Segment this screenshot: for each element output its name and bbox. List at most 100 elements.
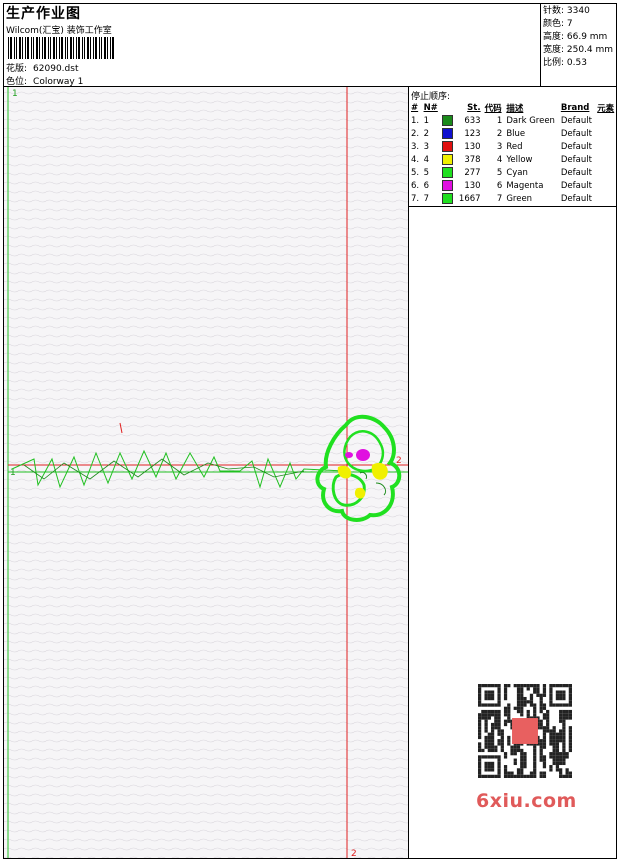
design-file-line: 花版: 62090.dst <box>6 61 78 74</box>
table-row: 1. 1 633 1 Dark Green Default <box>409 114 617 127</box>
cell-code: 6 <box>496 180 503 191</box>
cell-seq: 7. <box>411 193 420 204</box>
cell-brand: Default <box>560 167 592 178</box>
cell-element <box>595 140 617 153</box>
design-info-box: 针数: 3340 颜色: 7 高度: 66.9 mm 宽度: 250.4 mm … <box>540 3 617 87</box>
color-swatch <box>442 141 454 152</box>
cell-swatch <box>440 140 456 153</box>
color-swatch <box>442 128 454 139</box>
cell-st: 1667 <box>458 193 481 204</box>
design-preview-svg: 1 1 2 2 <box>4 87 408 858</box>
col-swatch <box>440 101 456 114</box>
table-row: 4. 4 378 4 Yellow Default <box>409 153 617 166</box>
design-preview-canvas: 1 1 2 2 <box>4 87 408 858</box>
qr-code-image <box>478 684 572 778</box>
cell-brand: Default <box>560 128 592 139</box>
col-seq: # <box>411 102 419 113</box>
stitch-count: 针数: 3340 <box>543 6 590 16</box>
cell-brand: Default <box>560 141 592 152</box>
cell-code: 2 <box>496 128 503 139</box>
col-element: 元素 <box>597 103 615 114</box>
cell-desc: Yellow <box>506 154 533 165</box>
cell-desc: Magenta <box>506 180 544 191</box>
cell-n: 3 <box>423 141 429 152</box>
color-swatch <box>442 167 454 178</box>
barcode-image <box>8 37 114 59</box>
cell-brand: Default <box>560 154 592 165</box>
cell-brand: Default <box>560 115 592 126</box>
cell-st: 123 <box>464 128 481 139</box>
cell-code: 1 <box>496 115 503 126</box>
cell-seq: 1. <box>411 115 420 126</box>
col-stitches: St. <box>467 102 481 113</box>
qr-watermark: 6xiu.com <box>468 680 586 815</box>
cell-n: 1 <box>423 115 429 126</box>
cell-n: 7 <box>423 193 429 204</box>
guide-label-right: 2 <box>396 456 402 466</box>
col-code: 代码 <box>484 103 502 114</box>
cell-st: 130 <box>464 141 481 152</box>
design-label: 花版: <box>6 64 28 74</box>
cell-swatch <box>440 166 456 179</box>
cell-st: 633 <box>464 115 481 126</box>
cell-desc: Cyan <box>506 167 528 178</box>
col-n: N# <box>423 102 438 113</box>
cell-n: 6 <box>423 180 429 191</box>
cell-desc: Blue <box>506 128 526 139</box>
cell-code: 3 <box>496 141 503 152</box>
cell-seq: 6. <box>411 180 420 191</box>
table-row: 2. 2 123 2 Blue Default <box>409 127 617 140</box>
cell-seq: 5. <box>411 167 420 178</box>
watermark-text: 6xiu.com <box>476 790 577 812</box>
cell-n: 5 <box>423 167 429 178</box>
cell-st: 130 <box>464 180 481 191</box>
cell-st: 277 <box>464 167 481 178</box>
col-description: 描述 <box>506 103 524 114</box>
cell-brand: Default <box>560 180 592 191</box>
cell-swatch <box>440 179 456 192</box>
table-header-row: # N# St. 代码 描述 Brand 元素 <box>409 101 617 114</box>
color-swatch <box>442 115 454 126</box>
col-brand: Brand <box>560 102 590 113</box>
guide-label-mid-left: 1 <box>10 468 16 478</box>
cell-swatch <box>440 114 456 127</box>
company-name: Wilcom(汇宝) 装饰工作室 <box>6 26 112 36</box>
cell-brand: Default <box>560 193 592 204</box>
guide-label-top-left: 1 <box>12 89 18 99</box>
cell-element <box>595 114 617 127</box>
colorway-line: 色位: Colorway 1 <box>6 74 83 87</box>
cell-code: 5 <box>496 167 503 178</box>
cell-swatch <box>440 192 456 205</box>
colorway-value: Colorway 1 <box>33 77 84 87</box>
table-row: 7. 7 1667 7 Green Default <box>409 192 617 205</box>
guide-label-bottom: 2 <box>351 849 357 858</box>
cell-st: 378 <box>464 154 481 165</box>
cell-desc: Red <box>506 141 523 152</box>
design-width: 宽度: 250.4 mm <box>543 45 614 55</box>
cell-seq: 2. <box>411 128 420 139</box>
cell-element <box>595 127 617 140</box>
color-count: 颜色: 7 <box>543 19 573 29</box>
design-height: 高度: 66.9 mm <box>543 32 608 42</box>
cell-element <box>595 153 617 166</box>
cell-swatch <box>440 153 456 166</box>
colorway-label: 色位: <box>6 77 28 87</box>
cell-desc: Dark Green <box>506 115 555 126</box>
cell-seq: 4. <box>411 154 420 165</box>
cell-swatch <box>440 127 456 140</box>
cell-element <box>595 166 617 179</box>
color-swatch <box>442 180 454 191</box>
cell-code: 7 <box>496 193 503 204</box>
cell-element <box>595 192 617 205</box>
color-swatch <box>442 193 454 204</box>
table-row: 5. 5 277 5 Cyan Default <box>409 166 617 179</box>
design-file: 62090.dst <box>33 64 79 74</box>
cell-seq: 3. <box>411 141 420 152</box>
design-scale: 比例: 0.53 <box>543 58 587 68</box>
cell-code: 4 <box>496 154 503 165</box>
table-row: 6. 6 130 6 Magenta Default <box>409 179 617 192</box>
color-swatch <box>442 154 454 165</box>
cell-element <box>595 179 617 192</box>
table-row: 3. 3 130 3 Red Default <box>409 140 617 153</box>
color-sequence-table: # N# St. 代码 描述 Brand 元素 1. 1 633 1 Dark Gree… <box>409 101 617 207</box>
